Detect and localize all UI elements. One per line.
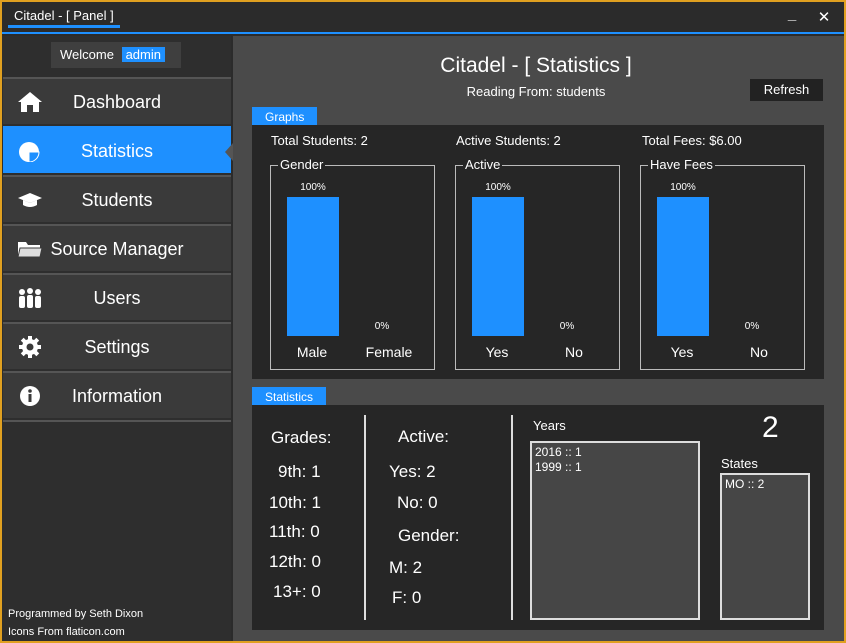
sidebar: Welcome admin Dashboard Statistics Stude… — [2, 36, 233, 641]
divider — [511, 415, 513, 620]
active-yes: Yes: 2 — [389, 462, 436, 481]
tab-graphs[interactable]: Graphs — [252, 107, 318, 127]
data-label: 0% — [374, 321, 390, 332]
gender-chart: Gender 100% Male 0% Female — [270, 157, 435, 370]
refresh-button[interactable]: Refresh — [750, 79, 823, 101]
sidebar-item-label: Statistics — [80, 141, 154, 161]
data-label: 100% — [670, 182, 696, 193]
sidebar-item-dashboard[interactable]: Dashboard — [3, 77, 231, 124]
credit-icons: Icons From flaticon.com — [8, 626, 125, 638]
chart-title: Have Fees — [648, 157, 715, 172]
states-label: States — [721, 456, 758, 471]
gender-male: M: 2 — [389, 558, 423, 577]
bar — [287, 197, 339, 336]
main-content: Citadel - [ Statistics ] Reading From: s… — [233, 36, 844, 641]
sidebar-item-information[interactable]: Information — [3, 371, 231, 418]
active-indicator — [225, 143, 233, 161]
page-title: Citadel - [ Statistics ] — [440, 54, 632, 77]
chart-title: Gender — [278, 157, 326, 172]
list-item[interactable]: 2016 :: 1 — [535, 445, 695, 460]
sidebar-item-label: Users — [93, 288, 141, 308]
sidebar-divider — [3, 420, 231, 422]
grade-10: 10th: 1 — [269, 493, 321, 512]
gender-heading: Gender: — [398, 526, 460, 545]
bar — [472, 197, 524, 336]
grade-12: 12th: 0 — [269, 552, 321, 571]
reading-source: Reading From: students — [466, 84, 606, 99]
category-label: Yes — [670, 344, 694, 360]
data-label: 0% — [559, 321, 575, 332]
years-label: Years — [533, 418, 566, 433]
sidebar-item-source-manager[interactable]: Source Manager — [3, 224, 231, 271]
gender-female: F: 0 — [392, 588, 422, 607]
app-window: Citadel - [ Panel ] _ ✕ Welcome admin Da… — [0, 0, 846, 643]
data-label: 100% — [300, 182, 326, 193]
sidebar-item-label: Students — [81, 190, 153, 210]
window-title: Citadel - [ Panel ] — [8, 6, 120, 28]
category-label: No — [750, 344, 768, 360]
active-heading: Active: — [398, 427, 450, 446]
category-label: Yes — [485, 344, 509, 360]
welcome-label: Welcome — [60, 47, 114, 62]
credit-author: Programmed by Seth Dixon — [8, 608, 144, 620]
category-label: Male — [296, 344, 328, 360]
sidebar-item-statistics[interactable]: Statistics — [3, 126, 233, 173]
graphs-panel: Total Students: 2 Active Students: 2 Tot… — [252, 125, 824, 379]
sidebar-item-students[interactable]: Students — [3, 175, 231, 222]
active-chart: Active 100% Yes 0% No — [455, 157, 620, 370]
sidebar-item-users[interactable]: Users — [3, 273, 231, 320]
sidebar-item-label: Source Manager — [50, 239, 184, 259]
statistics-panel: Grades: 9th: 1 10th: 1 11th: 0 12th: 0 1… — [252, 405, 824, 630]
total-students: Total Students: 2 — [271, 133, 368, 148]
close-button[interactable]: ✕ — [814, 8, 834, 26]
active-students: Active Students: 2 — [456, 133, 561, 148]
chart-title: Active — [463, 157, 503, 172]
years-list[interactable]: 2016 :: 1 1999 :: 1 — [530, 441, 700, 620]
bar — [657, 197, 709, 336]
sidebar-item-settings[interactable]: Settings — [3, 322, 231, 369]
welcome-box: Welcome admin — [51, 42, 181, 68]
sidebar-item-label: Dashboard — [72, 92, 162, 112]
sidebar-item-label: Settings — [84, 337, 150, 357]
data-label: 100% — [485, 182, 511, 193]
fees-chart: Have Fees 100% Yes 0% No — [640, 157, 805, 370]
data-label: 0% — [744, 321, 760, 332]
grade-9: 9th: 1 — [278, 462, 321, 481]
list-item[interactable]: MO :: 2 — [725, 477, 805, 492]
states-list[interactable]: MO :: 2 — [720, 473, 810, 620]
list-item[interactable]: 1999 :: 1 — [535, 460, 695, 475]
grade-11: 11th: 0 — [269, 522, 320, 541]
category-label: Female — [365, 344, 413, 360]
minimize-button[interactable]: _ — [782, 6, 802, 24]
username-badge: admin — [121, 47, 165, 62]
divider — [364, 415, 366, 620]
category-label: No — [565, 344, 583, 360]
title-bar[interactable]: Citadel - [ Panel ] _ ✕ — [2, 2, 844, 34]
tab-statistics[interactable]: Statistics — [252, 387, 327, 407]
total-fees: Total Fees: $6.00 — [642, 133, 742, 148]
grade-13-plus: 13+: 0 — [273, 582, 321, 601]
count-value: 2 — [762, 411, 779, 444]
grades-heading: Grades: — [271, 428, 332, 447]
sidebar-item-label: Information — [71, 386, 163, 406]
active-no: No: 0 — [397, 493, 438, 512]
